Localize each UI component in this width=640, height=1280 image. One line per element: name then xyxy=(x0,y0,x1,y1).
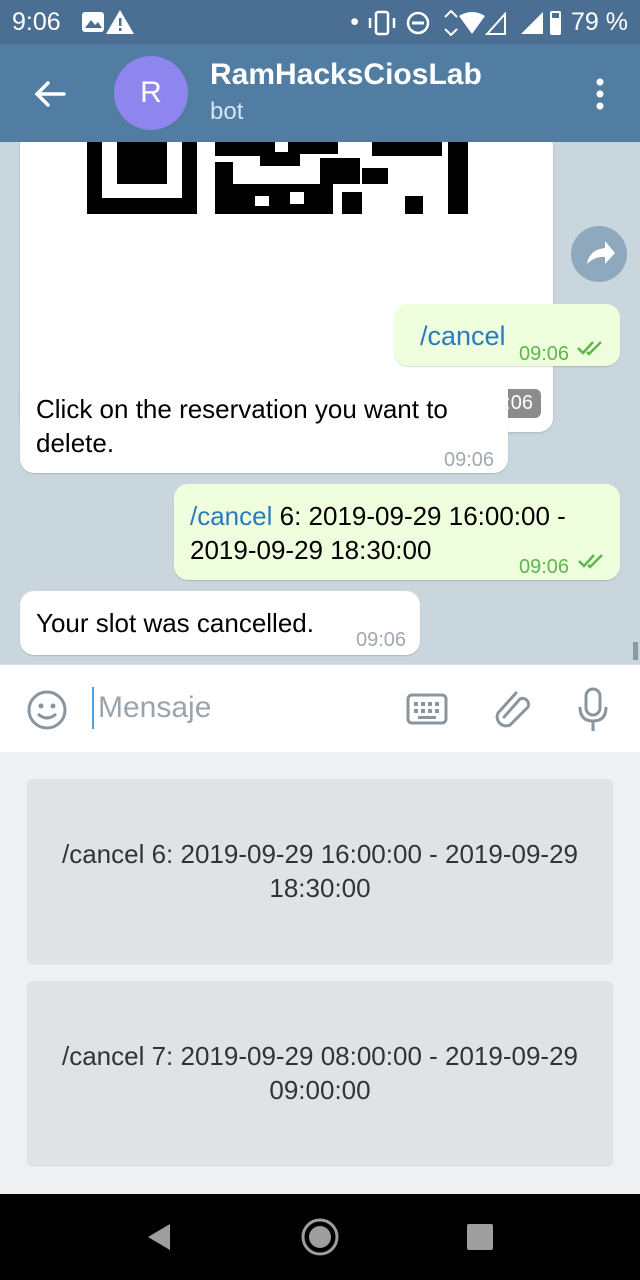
status-bar: 9:06 • 79 % xyxy=(0,0,640,44)
back-arrow-icon[interactable] xyxy=(30,74,70,114)
wifi-signal-icon xyxy=(444,9,507,36)
incoming-message[interactable]: Your slot was cancelled. 09:06 xyxy=(20,591,420,655)
command-link[interactable]: /cancel xyxy=(190,501,272,531)
keyboard-icon[interactable] xyxy=(406,693,448,725)
message-text: /cancel xyxy=(420,319,506,353)
incoming-message[interactable]: Click on the reservation you want to del… xyxy=(20,377,508,473)
avatar-letter: R xyxy=(140,76,162,109)
message-input-bar xyxy=(0,664,640,753)
battery-percent: 79 % xyxy=(571,8,628,36)
vibrate-icon xyxy=(368,10,396,35)
share-icon xyxy=(587,241,615,264)
signal-icon xyxy=(521,10,562,35)
chat-title[interactable]: RamHacksCiosLab xyxy=(210,58,482,92)
more-options-icon[interactable] xyxy=(588,74,612,114)
gallery-warning-icon xyxy=(82,10,134,34)
system-navigation-bar xyxy=(0,1194,640,1280)
chat-header: R RamHacksCiosLab bot xyxy=(0,44,640,142)
nav-home-icon[interactable] xyxy=(300,1217,340,1257)
message-input[interactable] xyxy=(92,687,380,729)
status-system-icons: • 79 % xyxy=(350,8,628,37)
scrollbar[interactable] xyxy=(633,642,638,660)
attach-icon[interactable] xyxy=(492,687,532,731)
double-check-icon xyxy=(578,554,603,569)
message-time: 09:06 xyxy=(444,449,495,471)
message-time: 09:06 xyxy=(519,343,570,365)
status-notification-icons xyxy=(80,8,140,43)
command-link[interactable]: /cancel xyxy=(420,321,506,351)
status-time: 9:06 xyxy=(12,8,61,36)
outgoing-message[interactable]: /cancel 09:06 xyxy=(394,304,620,366)
message-text: Click on the reservation you want to del… xyxy=(36,394,448,458)
outgoing-message[interactable]: /cancel 6: 2019-09-29 16:00:00 - 2019-09… xyxy=(174,484,620,580)
nav-recents-icon[interactable] xyxy=(466,1223,494,1251)
reply-button-cancel-6[interactable]: /cancel 6: 2019-09-29 16:00:00 - 2019-09… xyxy=(27,779,613,963)
nav-back-icon[interactable] xyxy=(144,1222,174,1252)
dnd-icon xyxy=(406,11,430,34)
avatar[interactable]: R xyxy=(114,56,188,130)
chat-subtitle: bot xyxy=(210,98,244,125)
message-time: 09:06 xyxy=(519,556,570,578)
message-text: Your slot was cancelled. xyxy=(36,608,314,638)
message-time: 09:06 xyxy=(356,629,407,651)
bot-reply-keyboard: /cancel 6: 2019-09-29 16:00:00 - 2019-09… xyxy=(0,752,640,1194)
reply-button-cancel-7[interactable]: /cancel 7: 2019-09-29 08:00:00 - 2019-09… xyxy=(27,981,613,1165)
dot-icon: • xyxy=(350,8,360,36)
chat-history[interactable]: 09:06 /cancel 09:06 Click on the reserva… xyxy=(0,142,640,664)
microphone-icon[interactable] xyxy=(576,687,610,733)
double-check-icon xyxy=(577,341,602,356)
share-button[interactable] xyxy=(571,226,627,282)
emoji-icon[interactable] xyxy=(26,689,68,731)
